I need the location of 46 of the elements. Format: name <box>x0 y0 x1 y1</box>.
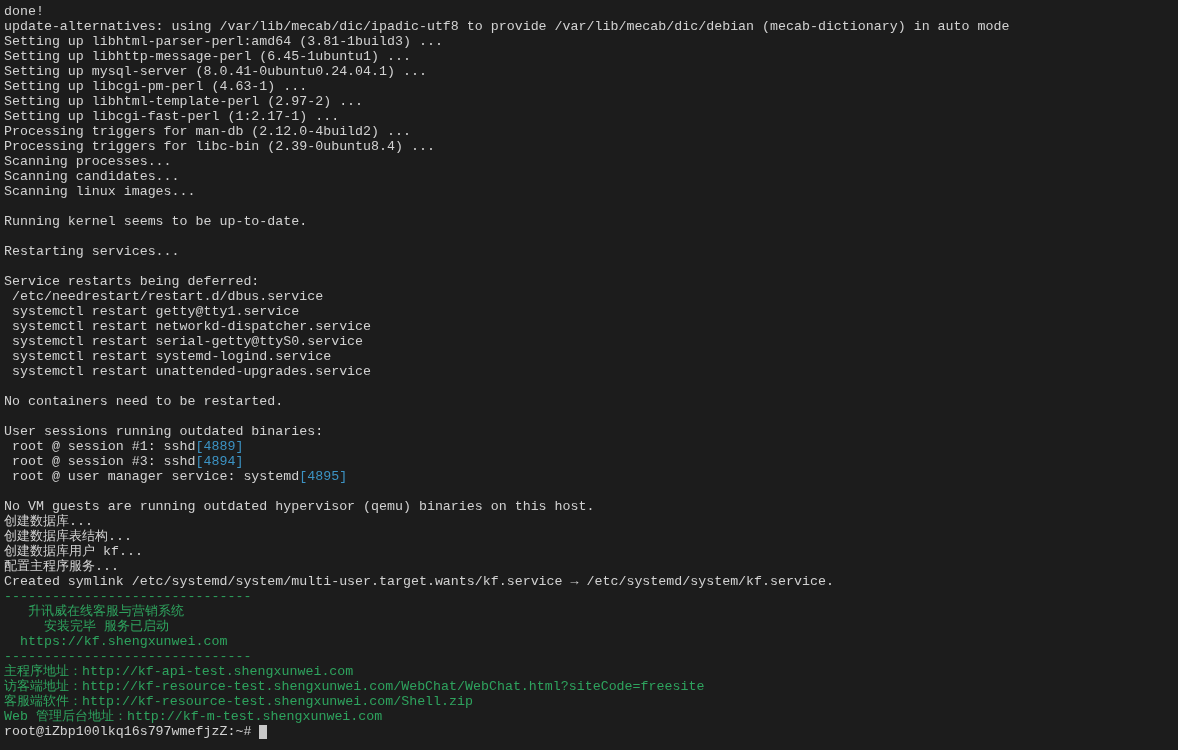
output-line: Restarting services... <box>4 244 181 259</box>
output-text: root @ user manager service: systemd <box>10 469 300 484</box>
output-line: systemctl restart systemd-logind.service <box>10 349 333 364</box>
output-line: 创建数据库表结构... <box>4 529 133 544</box>
install-info-line: 安装完毕 服务已启动 <box>42 619 170 634</box>
install-info-line: 升讯威在线客服与营销系统 <box>26 604 185 619</box>
process-id: [4894] <box>195 454 244 469</box>
output-line: Setting up libcgi-pm-perl (4.63-1) ... <box>4 79 309 94</box>
output-line: Setting up mysql-server (8.0.41-0ubuntu0.24.04.1) ... <box>4 64 428 79</box>
output-line: systemctl restart getty@tty1.service <box>10 304 301 319</box>
output-line: Setting up libhttp-message-perl (6.45-1ubuntu1) ... <box>4 49 412 64</box>
install-info-line: https://kf.shengxunwei.com <box>18 634 229 649</box>
shell-prompt: root@iZbp100lkq16s797wmefjzZ:~# <box>4 724 253 739</box>
output-line: systemctl restart serial-getty@ttyS0.service <box>10 334 365 349</box>
output-line: done! <box>4 4 45 19</box>
process-id: [4895] <box>299 469 348 484</box>
output-line: 配置主程序服务... <box>4 559 120 574</box>
output-line: Created symlink /etc/systemd/system/multi-user.target.wants/kf.service → /etc/systemd/system/kf.service. <box>4 574 835 589</box>
install-info-line: 客服端软件：http://kf-resource-test.shengxunwei.com/Shell.zip <box>4 694 474 709</box>
output-line: Processing triggers for libc-bin (2.39-0ubuntu8.4) ... <box>4 139 436 154</box>
output-line: Setting up libhtml-template-perl (2.97-2) ... <box>4 94 365 109</box>
output-line: Service restarts being deferred: <box>4 274 261 289</box>
output-line: Scanning candidates... <box>4 169 181 184</box>
output-line: Scanning linux images... <box>4 184 197 199</box>
install-info-line: 主程序地址：http://kf-api-test.shengxunwei.com <box>4 664 355 679</box>
output-line: systemctl restart unattended-upgrades.service <box>10 364 373 379</box>
output-line: Scanning processes... <box>4 154 173 169</box>
output-text: root @ session #3: sshd <box>10 454 196 469</box>
output-line: No VM guests are running outdated hypervisor (qemu) binaries on this host. <box>4 499 596 514</box>
output-line: 创建数据库... <box>4 514 93 529</box>
process-id: [4889] <box>195 439 244 454</box>
output-line: Setting up libcgi-fast-perl (1:2.17-1) ... <box>4 109 341 124</box>
output-line: User sessions running outdated binaries: <box>4 424 325 439</box>
output-line: No containers need to be restarted. <box>4 394 285 409</box>
install-info-line: ------------------------------- <box>4 649 253 664</box>
install-info-line: ------------------------------- <box>4 589 253 604</box>
output-text: root @ session #1: sshd <box>10 439 196 454</box>
output-line: 创建数据库用户 kf... <box>4 544 144 559</box>
output-line: /etc/needrestart/restart.d/dbus.service <box>10 289 325 304</box>
install-info-line: 访客端地址：http://kf-resource-test.shengxunwei.com/WebChat/WebChat.html?siteCode=freesite <box>4 679 706 694</box>
output-line: Running kernel seems to be up-to-date. <box>4 214 309 229</box>
output-line: Processing triggers for man-db (2.12.0-4build2) ... <box>4 124 412 139</box>
install-info-line: Web 管理后台地址：http://kf-m-test.shengxunwei.com <box>4 709 384 724</box>
output-line: update-alternatives: using /var/lib/mecab/dic/ipadic-utf8 to provide /var/lib/mecab/dic/debian (mecab-dictionary) in auto mode <box>4 19 1011 34</box>
output-line: systemctl restart networkd-dispatcher.service <box>10 319 373 334</box>
output-line: Setting up libhtml-parser-perl:amd64 (3.81-1build3) ... <box>4 34 444 49</box>
